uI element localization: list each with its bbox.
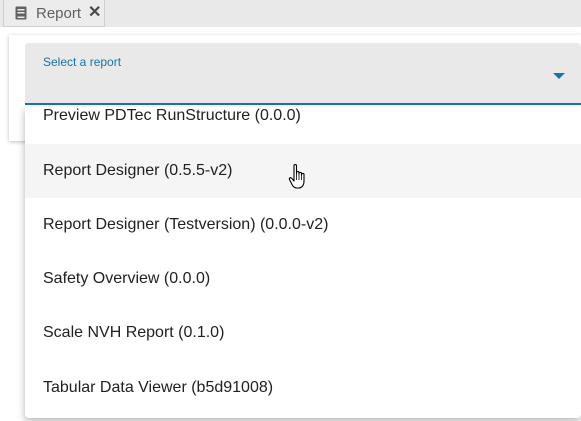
dropdown-option[interactable]: Report Designer (Testversion) (0.0.0-v2): [25, 198, 581, 252]
dropdown-option[interactable]: Preview PDTec RunStructure (0.0.0): [25, 107, 581, 143]
caret-down-icon: [553, 73, 565, 79]
tab-report[interactable]: Report ✕: [3, 0, 105, 27]
dropdown-option[interactable]: Safety Overview (0.0.0): [25, 252, 581, 306]
report-dropdown-menu: Preview PDTec RunStructure (0.0.0) Repor…: [25, 107, 581, 418]
dropdown-option[interactable]: Scale NVH Report (0.1.0): [25, 306, 581, 360]
report-select[interactable]: Select a report: [25, 43, 581, 105]
dropdown-option[interactable]: Tabular Data Viewer (b5d91008): [25, 361, 581, 415]
close-icon[interactable]: ✕: [88, 5, 101, 21]
hand-pointer-icon: [288, 163, 305, 189]
tab-bar: Report ✕: [0, 0, 581, 27]
book-icon: [13, 5, 29, 21]
tab-label: Report: [36, 4, 82, 22]
select-label: Select a report: [43, 55, 122, 69]
